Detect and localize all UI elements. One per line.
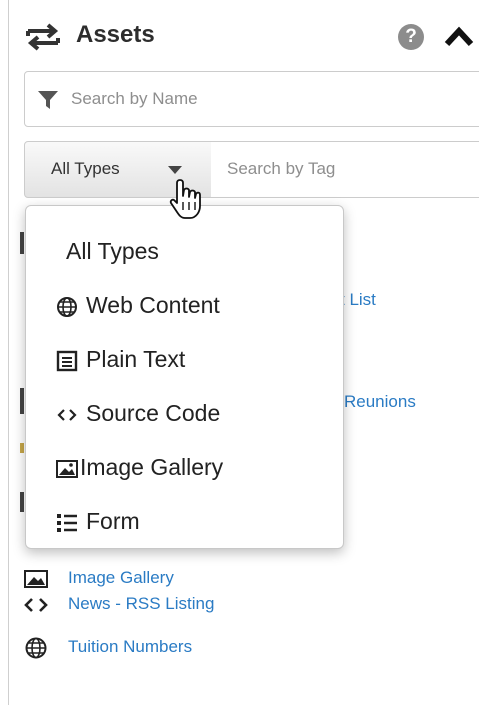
globe-icon xyxy=(57,297,77,317)
asset-item-news-rss[interactable]: News - RSS Listing xyxy=(24,592,474,618)
partial-icon xyxy=(20,232,24,254)
panel-title: Assets xyxy=(76,21,155,48)
caret-down-icon xyxy=(168,166,182,174)
menu-item-web-content[interactable]: Web Content xyxy=(26,282,343,328)
asset-item-tuition-numbers[interactable]: Tuition Numbers xyxy=(24,635,474,661)
menu-item-label: Source Code xyxy=(86,400,221,426)
partial-asset-label[interactable]: Reunions xyxy=(344,392,416,412)
hand-pointer-icon xyxy=(169,179,201,219)
menu-item-source-code[interactable]: Source Code xyxy=(26,390,343,436)
menu-item-label: Web Content xyxy=(86,292,220,318)
partial-asset-label[interactable]: t List xyxy=(340,290,376,310)
menu-item-label: Plain Text xyxy=(86,346,186,372)
swap-arrows-icon xyxy=(26,23,60,51)
chevron-up-icon[interactable] xyxy=(444,24,474,48)
document-icon xyxy=(56,350,78,372)
search-name-placeholder: Search by Name xyxy=(71,89,198,108)
filter-icon xyxy=(38,91,58,109)
menu-item-label: Image Gallery xyxy=(80,454,224,480)
menu-item-label: All Types xyxy=(66,238,159,264)
menu-item-form[interactable]: Form xyxy=(26,498,343,544)
code-icon xyxy=(24,598,48,612)
list-icon xyxy=(57,514,77,532)
type-filter-menu: All Types Web Content Plain Text Source … xyxy=(25,205,344,549)
asset-label: Tuition Numbers xyxy=(68,637,193,656)
menu-item-all-types[interactable]: All Types xyxy=(26,228,343,274)
question-circle-icon[interactable]: ? xyxy=(398,24,424,50)
partial-icon xyxy=(20,492,24,512)
partial-icon xyxy=(20,388,24,414)
menu-item-label: Form xyxy=(86,508,140,534)
panel-left-border xyxy=(8,0,9,705)
globe-icon xyxy=(25,637,47,659)
menu-item-image-gallery[interactable]: Image Gallery xyxy=(26,444,343,490)
asset-item-image-gallery[interactable]: Image Gallery xyxy=(24,566,474,592)
search-tag-placeholder: Search by Tag xyxy=(227,159,336,178)
partial-icon xyxy=(20,443,24,453)
panel-header: Assets ? xyxy=(24,18,479,54)
asset-label: Image Gallery xyxy=(68,568,174,587)
menu-item-plain-text[interactable]: Plain Text xyxy=(26,336,343,382)
type-filter-label: All Types xyxy=(51,159,120,178)
code-icon xyxy=(57,409,77,421)
image-icon xyxy=(24,570,48,588)
search-tag-input[interactable]: Search by Tag xyxy=(211,141,479,198)
search-name-input[interactable]: Search by Name xyxy=(24,71,479,127)
image-icon xyxy=(56,460,78,478)
asset-label: News - RSS Listing xyxy=(68,594,215,613)
